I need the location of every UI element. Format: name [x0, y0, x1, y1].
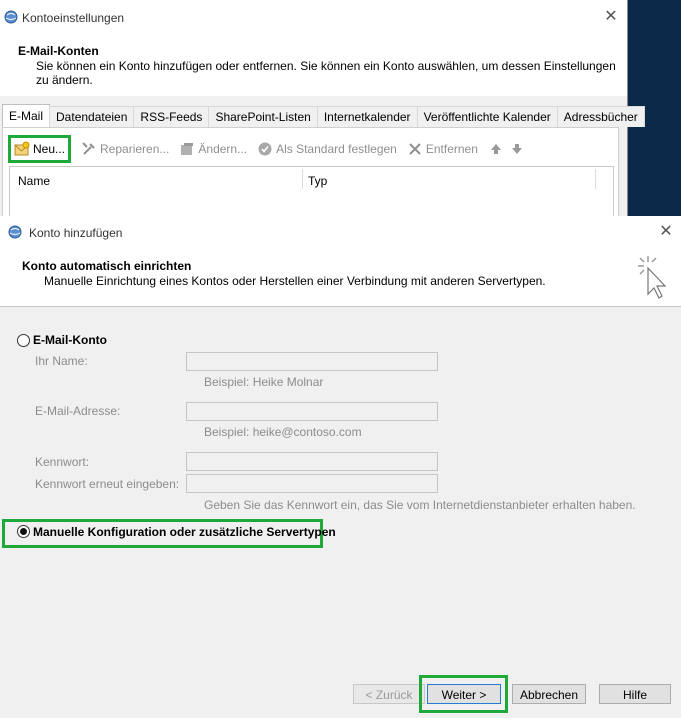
add-account-header: Konto hinzufügen ✕ Konto automatisch ein…: [0, 216, 681, 307]
set-default-button[interactable]: Als Standard festlegen: [257, 138, 397, 160]
password-label: Kennwort:: [35, 455, 90, 469]
email-accounts-heading: E-Mail-Konten: [18, 44, 99, 58]
new-account-label: Neu...: [33, 142, 66, 156]
tab-sharepoint-lists[interactable]: SharePoint-Listen: [208, 106, 318, 127]
tab-email[interactable]: E-Mail: [2, 104, 51, 127]
your-name-field[interactable]: [186, 352, 438, 371]
password-field[interactable]: [186, 452, 438, 471]
cancel-button[interactable]: Abbrechen: [512, 684, 586, 704]
add-account-title: Konto hinzufügen: [29, 226, 123, 240]
checkmark-circle-icon: [258, 142, 272, 156]
email-accounts-description: Sie können ein Konto hinzufügen oder ent…: [36, 59, 616, 87]
email-address-hint: Beispiel: heike@contoso.com: [204, 425, 362, 439]
your-name-hint: Beispiel: Heike Molnar: [204, 375, 324, 389]
repair-button[interactable]: Reparieren...: [81, 138, 169, 160]
accounts-list[interactable]: Name Typ: [9, 166, 614, 217]
column-header-type[interactable]: Typ: [308, 174, 327, 188]
password-hint: Geben Sie das Kennwort ein, das Sie vom …: [204, 498, 636, 512]
email-address-label: E-Mail-Adresse:: [35, 404, 121, 418]
tab-published-calendars[interactable]: Veröffentlichte Kalender: [416, 106, 558, 127]
account-tabs: E-Mail Datendateien RSS-Feeds SharePoint…: [2, 104, 645, 127]
column-divider[interactable]: [595, 169, 596, 189]
account-settings-window: Kontoeinstellungen ✕ E-Mail-Konten Sie k…: [0, 0, 645, 217]
close-icon[interactable]: ✕: [600, 8, 622, 28]
outlook-globe-icon: [8, 225, 22, 239]
manual-config-label[interactable]: Manuelle Konfiguration oder zusätzliche …: [33, 525, 336, 539]
accounts-list-header: Name Typ: [10, 167, 613, 192]
email-account-label[interactable]: E-Mail-Konto: [33, 333, 107, 347]
column-header-name[interactable]: Name: [18, 174, 50, 188]
tools-icon: [82, 142, 95, 155]
next-button[interactable]: Weiter >: [427, 684, 501, 704]
password-repeat-label: Kennwort erneut eingeben:: [35, 477, 180, 491]
new-account-button[interactable]: Neu...: [8, 135, 72, 163]
email-tab-body: Neu... Reparieren... Ändern... Als Stand…: [2, 127, 619, 217]
back-button[interactable]: < Zurück: [353, 684, 425, 704]
move-up-button[interactable]: [488, 138, 507, 160]
remove-button[interactable]: Entfernen: [407, 138, 478, 160]
set-default-label: Als Standard festlegen: [276, 142, 397, 156]
help-button[interactable]: Hilfe: [599, 684, 671, 704]
account-settings-titlebar: Kontoeinstellungen ✕: [0, 0, 627, 34]
auto-setup-subheading: Manuelle Einrichtung eines Kontos oder H…: [44, 274, 546, 288]
column-divider[interactable]: [302, 169, 303, 189]
manual-config-radio[interactable]: [17, 525, 30, 538]
remove-x-icon: [409, 143, 421, 155]
close-icon[interactable]: ✕: [656, 223, 676, 243]
account-settings-panel: E-Mail Datendateien RSS-Feeds SharePoint…: [0, 96, 645, 217]
tab-address-books[interactable]: Adressbücher: [556, 106, 645, 127]
arrow-down-icon: [511, 144, 522, 154]
account-toolbar: Neu... Reparieren... Ändern... Als Stand…: [8, 135, 538, 163]
change-icon: [181, 143, 194, 155]
tab-data-files[interactable]: Datendateien: [49, 106, 135, 127]
outlook-globe-icon: [4, 10, 18, 24]
arrow-up-icon: [490, 144, 501, 154]
your-name-label: Ihr Name:: [35, 354, 88, 368]
auto-setup-heading: Konto automatisch einrichten: [22, 259, 192, 273]
move-down-button[interactable]: [509, 138, 528, 160]
add-account-dialog: Konto hinzufügen ✕ Konto automatisch ein…: [0, 216, 681, 718]
tab-internet-calendars[interactable]: Internetkalender: [316, 106, 418, 127]
account-settings-title: Kontoeinstellungen: [22, 11, 125, 25]
remove-label: Entfernen: [425, 142, 478, 156]
email-address-field[interactable]: [186, 402, 438, 421]
repair-label: Reparieren...: [100, 142, 170, 156]
change-button[interactable]: Ändern...: [179, 138, 247, 160]
change-label: Ändern...: [198, 142, 248, 156]
new-mail-icon: [14, 141, 30, 156]
tab-rss-feeds[interactable]: RSS-Feeds: [133, 106, 210, 127]
cursor-click-icon: [638, 256, 667, 299]
password-repeat-field[interactable]: [186, 474, 438, 493]
email-account-radio[interactable]: [17, 334, 30, 347]
